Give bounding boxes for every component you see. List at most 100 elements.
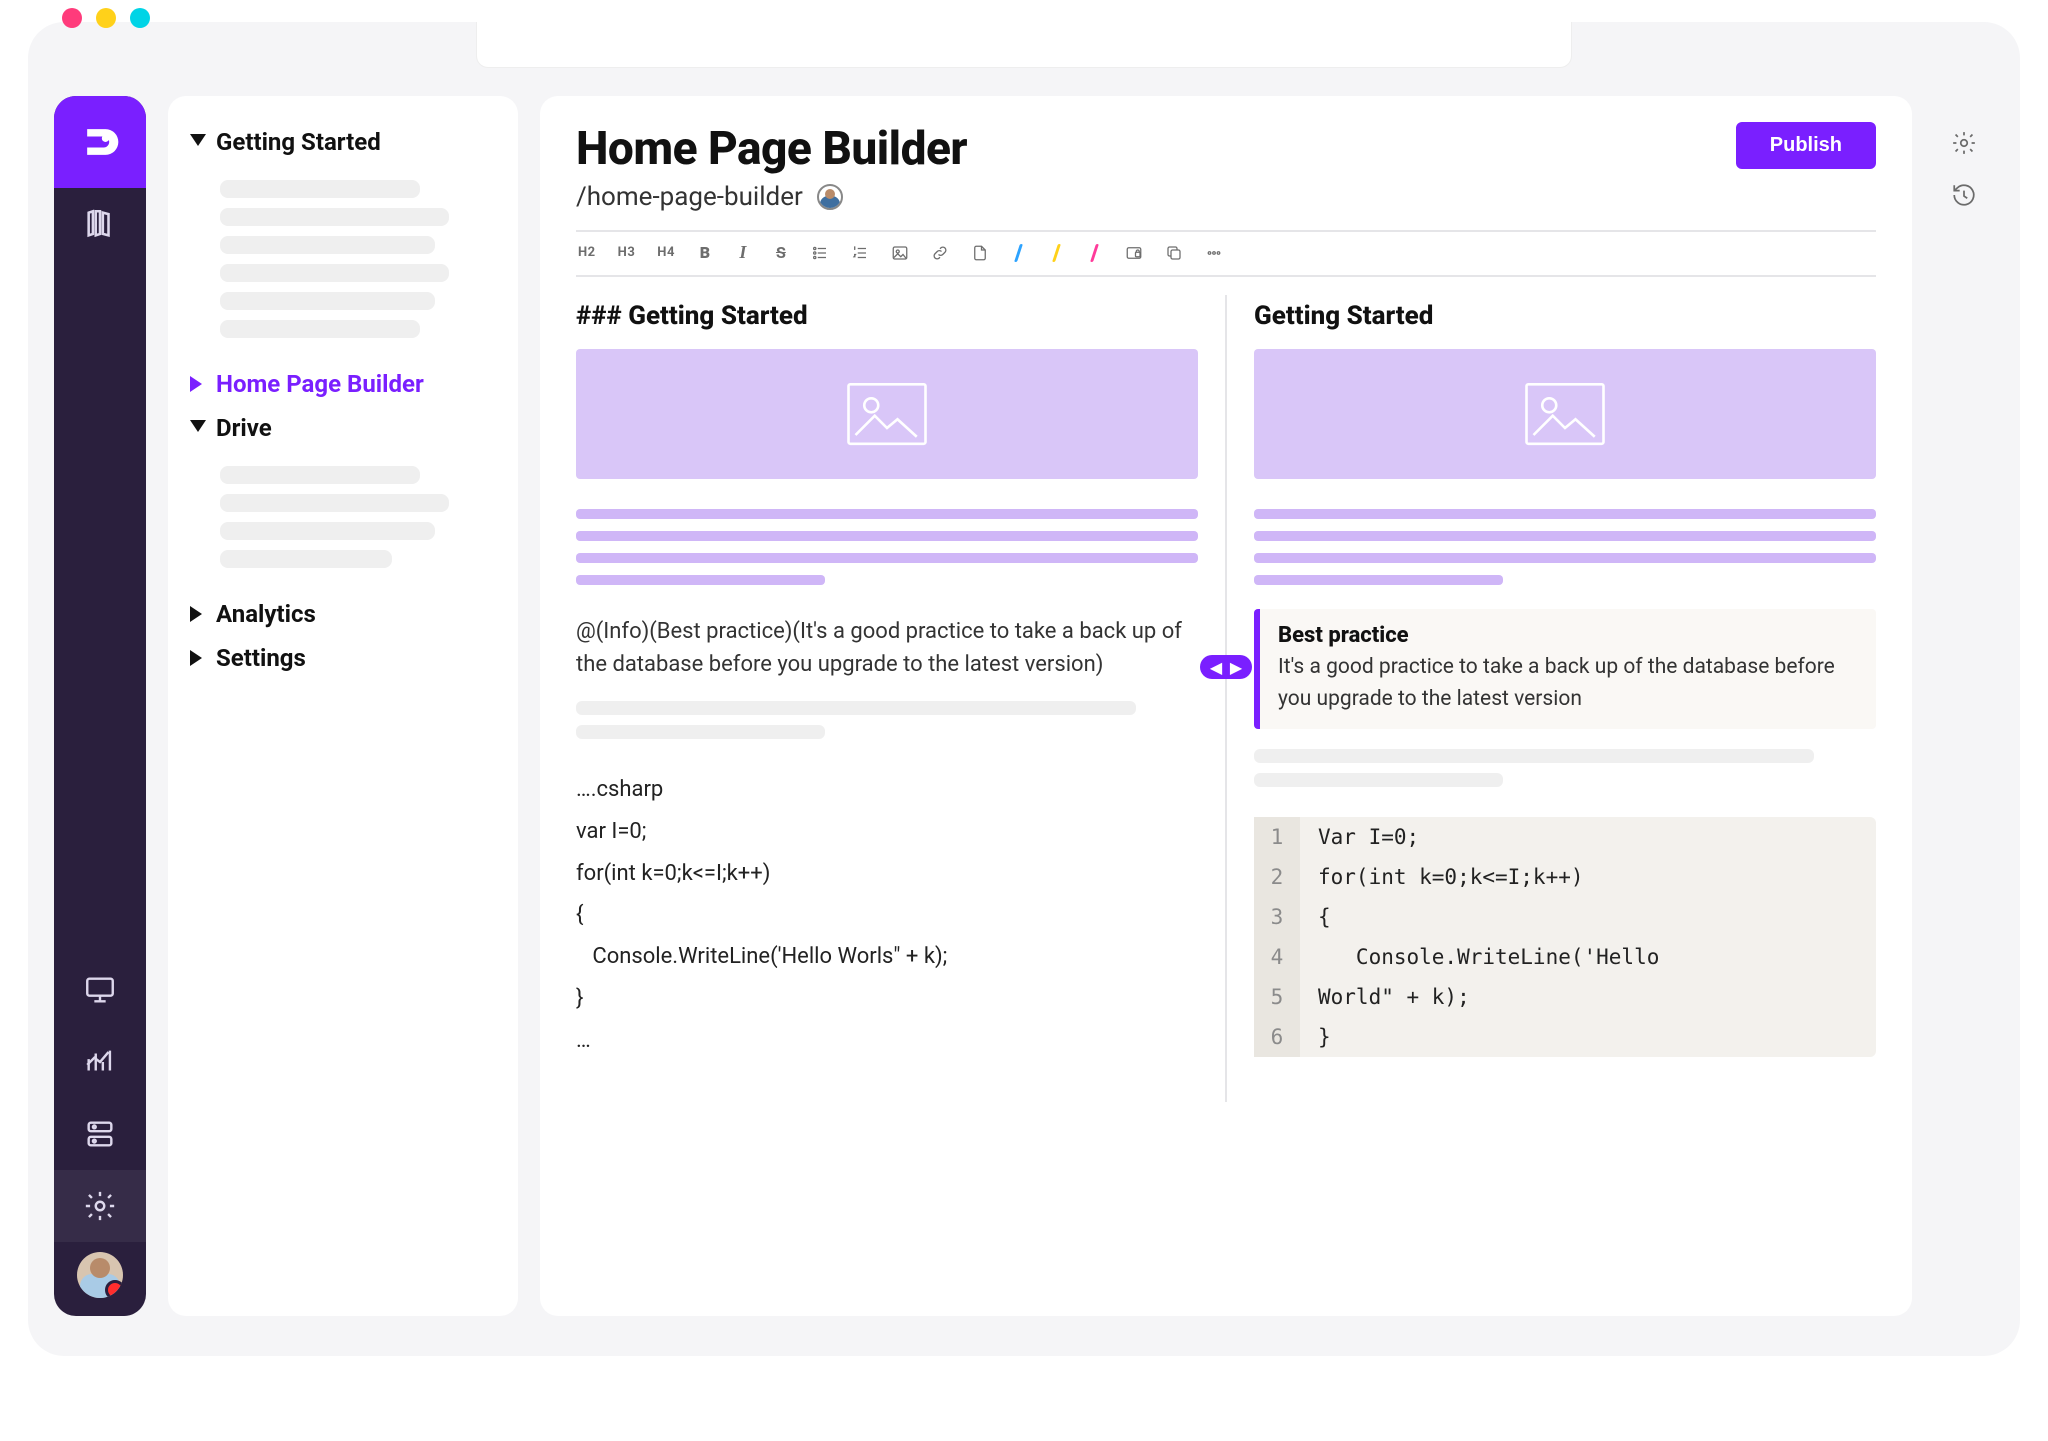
tree-item-settings[interactable]: Settings — [180, 636, 506, 680]
tree-item-analytics[interactable]: Analytics — [180, 592, 506, 636]
rail-avatar[interactable] — [77, 1252, 123, 1298]
gear-icon — [83, 1189, 117, 1223]
toolbar-color-yellow[interactable] — [1049, 244, 1065, 262]
image-icon — [1520, 379, 1610, 449]
code-line: 6} — [1254, 1017, 1876, 1057]
line-number: 1 — [1254, 817, 1300, 857]
toolbar-italic[interactable]: I — [735, 242, 751, 263]
tree-item-label: Analytics — [216, 600, 316, 628]
line-number: 5 — [1254, 977, 1300, 1017]
chevron-right-icon — [190, 376, 206, 392]
browser-frame: Getting Started Home Page Builder Drive … — [28, 22, 2020, 1356]
code-text: Console.WriteLine('Hello — [1300, 937, 1677, 977]
analytics-icon — [83, 1045, 117, 1079]
chevron-left-icon: ◀ — [1208, 659, 1224, 675]
code-block: 1Var I=0;2for(int k=0;k<=I;k++)3{4 Conso… — [1254, 817, 1876, 1057]
quick-actions — [1934, 96, 1994, 1316]
tree-item-getting-started[interactable]: Getting Started — [180, 120, 506, 164]
rail-library[interactable] — [54, 188, 146, 260]
page-tree: Getting Started Home Page Builder Drive … — [168, 96, 518, 1316]
quick-settings[interactable] — [1951, 130, 1977, 160]
toolbar-copy[interactable] — [1165, 244, 1183, 262]
preview-heading: Getting Started — [1254, 301, 1876, 331]
code-line: 5World" + k); — [1254, 977, 1876, 1017]
toolbar-color-pink[interactable] — [1087, 244, 1103, 262]
code-raw: ….csharp var I=0; for(int k=0;k<=I;k++) … — [576, 769, 1198, 1062]
code-text: Var I=0; — [1300, 817, 1437, 857]
tree-item-home-page-builder[interactable]: Home Page Builder — [180, 362, 506, 406]
line-number: 3 — [1254, 897, 1300, 937]
code-line: 4 Console.WriteLine('Hello — [1254, 937, 1876, 977]
code-line: 2for(int k=0;k<=I;k++) — [1254, 857, 1876, 897]
toolbar-strike[interactable]: S — [773, 243, 789, 262]
browser-urlbar[interactable] — [476, 22, 1572, 68]
paragraph-placeholder — [1254, 749, 1876, 787]
tree-item-label: Home Page Builder — [216, 370, 424, 398]
editor-toolbar: H2 H3 H4 B I S — [576, 240, 1876, 269]
line-number: 6 — [1254, 1017, 1300, 1057]
toolbar-h3[interactable]: H3 — [618, 245, 636, 260]
image-placeholder — [576, 349, 1198, 479]
chevron-down-icon — [190, 134, 206, 150]
rail-storage[interactable] — [54, 1098, 146, 1170]
app-logo-icon — [78, 120, 122, 164]
page-slug[interactable]: /home-page-builder — [576, 182, 803, 212]
rail-monitor[interactable] — [54, 954, 146, 1026]
book-stack-icon — [83, 207, 117, 241]
markdown-heading: ### Getting Started — [576, 301, 1198, 331]
split-editor: ◀ ▶ ### Getting Started @( — [576, 295, 1876, 1102]
history-icon — [1951, 182, 1977, 208]
toolbar-ol[interactable] — [851, 244, 869, 262]
page-title: Home Page Builder — [576, 122, 967, 176]
toolbar-color-blue[interactable] — [1011, 244, 1027, 262]
toolbar-h2[interactable]: H2 — [578, 245, 596, 260]
split-toggle[interactable]: ◀ ▶ — [1200, 655, 1252, 679]
code-text: for(int k=0;k<=I;k++) — [1300, 857, 1602, 897]
editor-panel: Home Page Builder /home-page-builder Pub… — [540, 96, 1912, 1316]
toolbar-more[interactable] — [1205, 244, 1223, 262]
callout-raw: @(Info)(Best practice)(It's a good pract… — [576, 615, 1198, 681]
line-number: 2 — [1254, 857, 1300, 897]
chevron-right-icon — [190, 650, 206, 666]
tree-item-label: Drive — [216, 414, 272, 442]
code-text: } — [1300, 1017, 1349, 1057]
author-avatar[interactable] — [817, 184, 843, 210]
toolbar-image[interactable] — [891, 244, 909, 262]
quick-history[interactable] — [1951, 182, 1977, 212]
rail-settings[interactable] — [54, 1170, 146, 1242]
line-number: 4 — [1254, 937, 1300, 977]
toolbar-link[interactable] — [931, 244, 949, 262]
markdown-source-column[interactable]: ### Getting Started @(Info)(Best practic… — [576, 295, 1198, 1102]
chevron-right-icon — [190, 606, 206, 622]
toolbar-file[interactable] — [971, 244, 989, 262]
tree-item-label: Settings — [216, 644, 306, 672]
monitor-icon — [83, 973, 117, 1007]
rail-logo-tile[interactable] — [54, 96, 146, 188]
callout-body: It's a good practice to take a back up o… — [1278, 652, 1858, 715]
preview-column: Getting Started Best practice It's a goo… — [1254, 295, 1876, 1102]
code-text: { — [1300, 897, 1349, 937]
callout-title: Best practice — [1278, 623, 1858, 648]
image-placeholder — [1254, 349, 1876, 479]
callout-box: Best practice It's a good practice to ta… — [1254, 609, 1876, 729]
chevron-right-icon: ▶ — [1228, 659, 1244, 675]
tree-item-drive[interactable]: Drive — [180, 406, 506, 450]
chevron-down-icon — [190, 420, 206, 436]
code-line: 1Var I=0; — [1254, 817, 1876, 857]
image-icon — [842, 379, 932, 449]
code-line: 3{ — [1254, 897, 1876, 937]
toolbar-h4[interactable]: H4 — [657, 245, 675, 260]
toolbar-ul[interactable] — [811, 244, 829, 262]
toolbar-lock[interactable] — [1125, 244, 1143, 262]
tree-item-label: Getting Started — [216, 128, 381, 156]
server-icon — [83, 1117, 117, 1151]
gear-icon — [1951, 130, 1977, 156]
tree-children-placeholder — [180, 164, 506, 362]
code-text: World" + k); — [1300, 977, 1488, 1017]
toolbar-bold[interactable]: B — [697, 243, 713, 262]
paragraph-placeholder — [576, 701, 1198, 739]
rail-analytics[interactable] — [54, 1026, 146, 1098]
left-rail — [54, 96, 146, 1316]
tree-children-placeholder — [180, 450, 506, 592]
publish-button[interactable]: Publish — [1736, 122, 1876, 169]
